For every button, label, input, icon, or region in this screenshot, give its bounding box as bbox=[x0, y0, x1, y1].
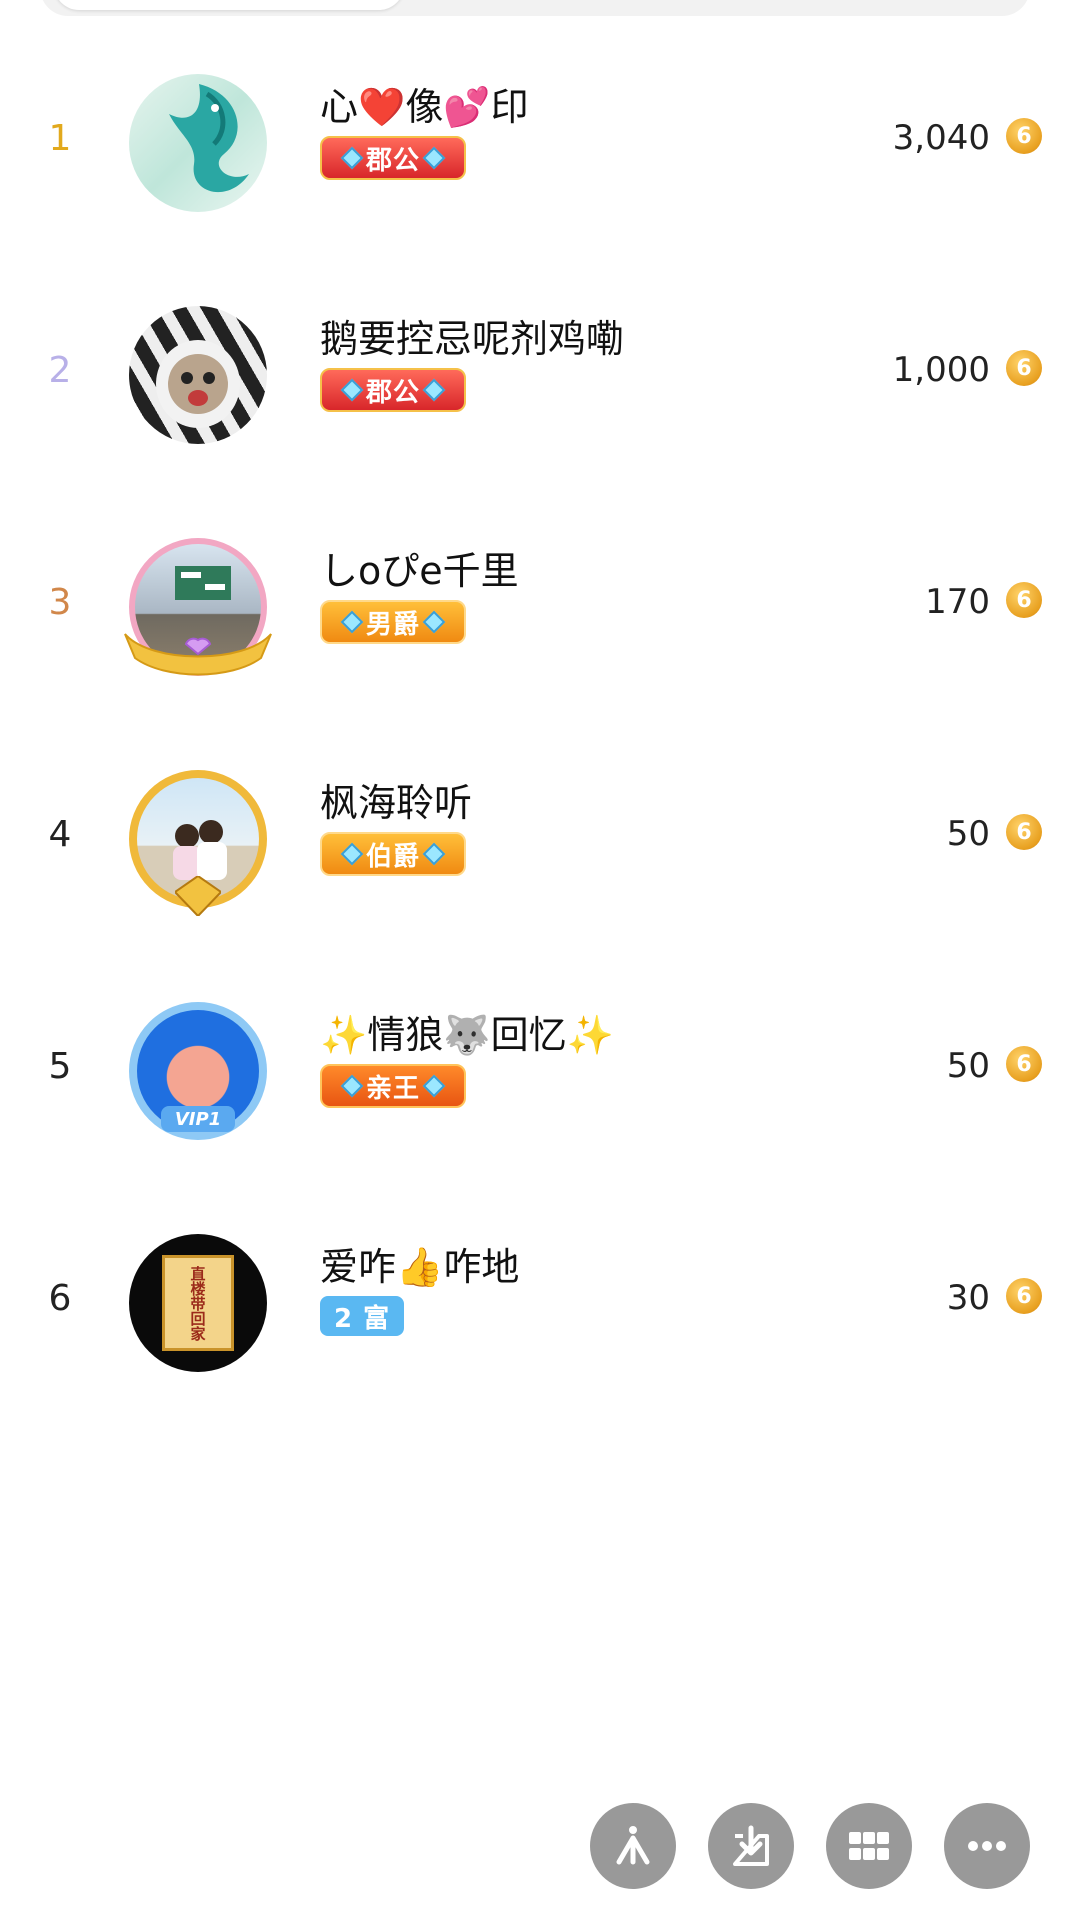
active-tab-segment[interactable] bbox=[54, 0, 404, 10]
score: 30 bbox=[946, 1278, 990, 1318]
top-tab-bar bbox=[40, 0, 1030, 16]
grid-icon bbox=[849, 1832, 889, 1860]
avatar[interactable] bbox=[125, 302, 271, 448]
gem-icon bbox=[340, 378, 364, 402]
rank-number: 5 bbox=[48, 1045, 72, 1087]
rank-number: 6 bbox=[48, 1277, 72, 1319]
user-name: 心❤️像💕印 bbox=[320, 85, 529, 129]
coin-icon: 6 bbox=[1006, 1278, 1042, 1314]
gem-icon bbox=[340, 842, 364, 866]
frame-emblem-icon bbox=[175, 876, 221, 916]
list-item[interactable]: 2 鹅要控忌呢剂鸡嘞 郡公 1,000 6 bbox=[0, 280, 1080, 460]
title-badge: 郡公 bbox=[320, 368, 467, 412]
rank-number: 4 bbox=[48, 813, 72, 855]
download-icon bbox=[733, 1825, 769, 1866]
share-icon bbox=[616, 1826, 650, 1865]
user-name: 爱咋👍咋地 bbox=[320, 1245, 520, 1289]
coin-icon: 6 bbox=[1006, 350, 1042, 386]
list-item[interactable]: 6 直楼带回家 爱咋👍咋地 2 富 30 6 bbox=[0, 1208, 1080, 1388]
score: 50 bbox=[946, 814, 990, 854]
list-item[interactable]: 1 心❤️像💕印 郡公 3,040 6 bbox=[0, 48, 1080, 228]
gem-icon bbox=[340, 610, 364, 634]
user-name: 鹅要控忌呢剂鸡嘞 bbox=[320, 317, 625, 361]
user-name: 枫海聆听 bbox=[320, 781, 473, 825]
avatar[interactable] bbox=[125, 766, 271, 916]
gem-icon bbox=[422, 1074, 446, 1098]
coin-icon: 6 bbox=[1006, 814, 1042, 850]
more-button[interactable] bbox=[944, 1803, 1030, 1889]
rank-number: 2 bbox=[48, 349, 72, 391]
score: 50 bbox=[946, 1046, 990, 1086]
avatar[interactable] bbox=[125, 70, 271, 216]
rank-number: 3 bbox=[48, 581, 72, 623]
list-item[interactable]: 5 VIP1 ✨情狼🐺回忆✨ 亲王 50 6 bbox=[0, 976, 1080, 1156]
vip-icon: VIP1 bbox=[161, 1106, 235, 1132]
avatar[interactable] bbox=[124, 534, 272, 680]
user-name: ✨情狼🐺回忆✨ bbox=[320, 1013, 614, 1057]
grid-button[interactable] bbox=[826, 1803, 912, 1889]
title-badge: 2 富 bbox=[320, 1296, 405, 1336]
gem-icon bbox=[422, 842, 446, 866]
gem-icon bbox=[422, 146, 446, 170]
rank-number: 1 bbox=[48, 117, 72, 159]
score: 1,000 bbox=[892, 350, 990, 390]
avatar[interactable]: 直楼带回家 bbox=[125, 1230, 271, 1376]
title-badge: 伯爵 bbox=[320, 832, 467, 876]
gem-icon bbox=[422, 610, 446, 634]
coin-icon: 6 bbox=[1006, 1046, 1042, 1082]
title-badge: 亲王 bbox=[320, 1064, 467, 1108]
download-button[interactable] bbox=[708, 1803, 794, 1889]
share-button[interactable] bbox=[590, 1803, 676, 1889]
list-item[interactable]: 4 枫海聆听 伯爵 50 6 bbox=[0, 744, 1080, 924]
gem-icon bbox=[340, 1074, 364, 1098]
score: 170 bbox=[925, 582, 990, 622]
user-name: しoぴe千里 bbox=[320, 549, 519, 593]
gem-icon bbox=[422, 378, 446, 402]
avatar[interactable]: VIP1 bbox=[125, 998, 271, 1144]
title-badge: 郡公 bbox=[320, 136, 467, 180]
title-badge: 男爵 bbox=[320, 600, 467, 644]
more-icon bbox=[968, 1841, 1006, 1851]
gem-icon bbox=[340, 146, 364, 170]
list-item[interactable]: 3 しoぴe千里 男爵 170 6 bbox=[0, 512, 1080, 692]
coin-icon: 6 bbox=[1006, 118, 1042, 154]
frame-wings-icon bbox=[124, 633, 272, 676]
score: 3,040 bbox=[892, 118, 990, 158]
coin-icon: 6 bbox=[1006, 582, 1042, 618]
